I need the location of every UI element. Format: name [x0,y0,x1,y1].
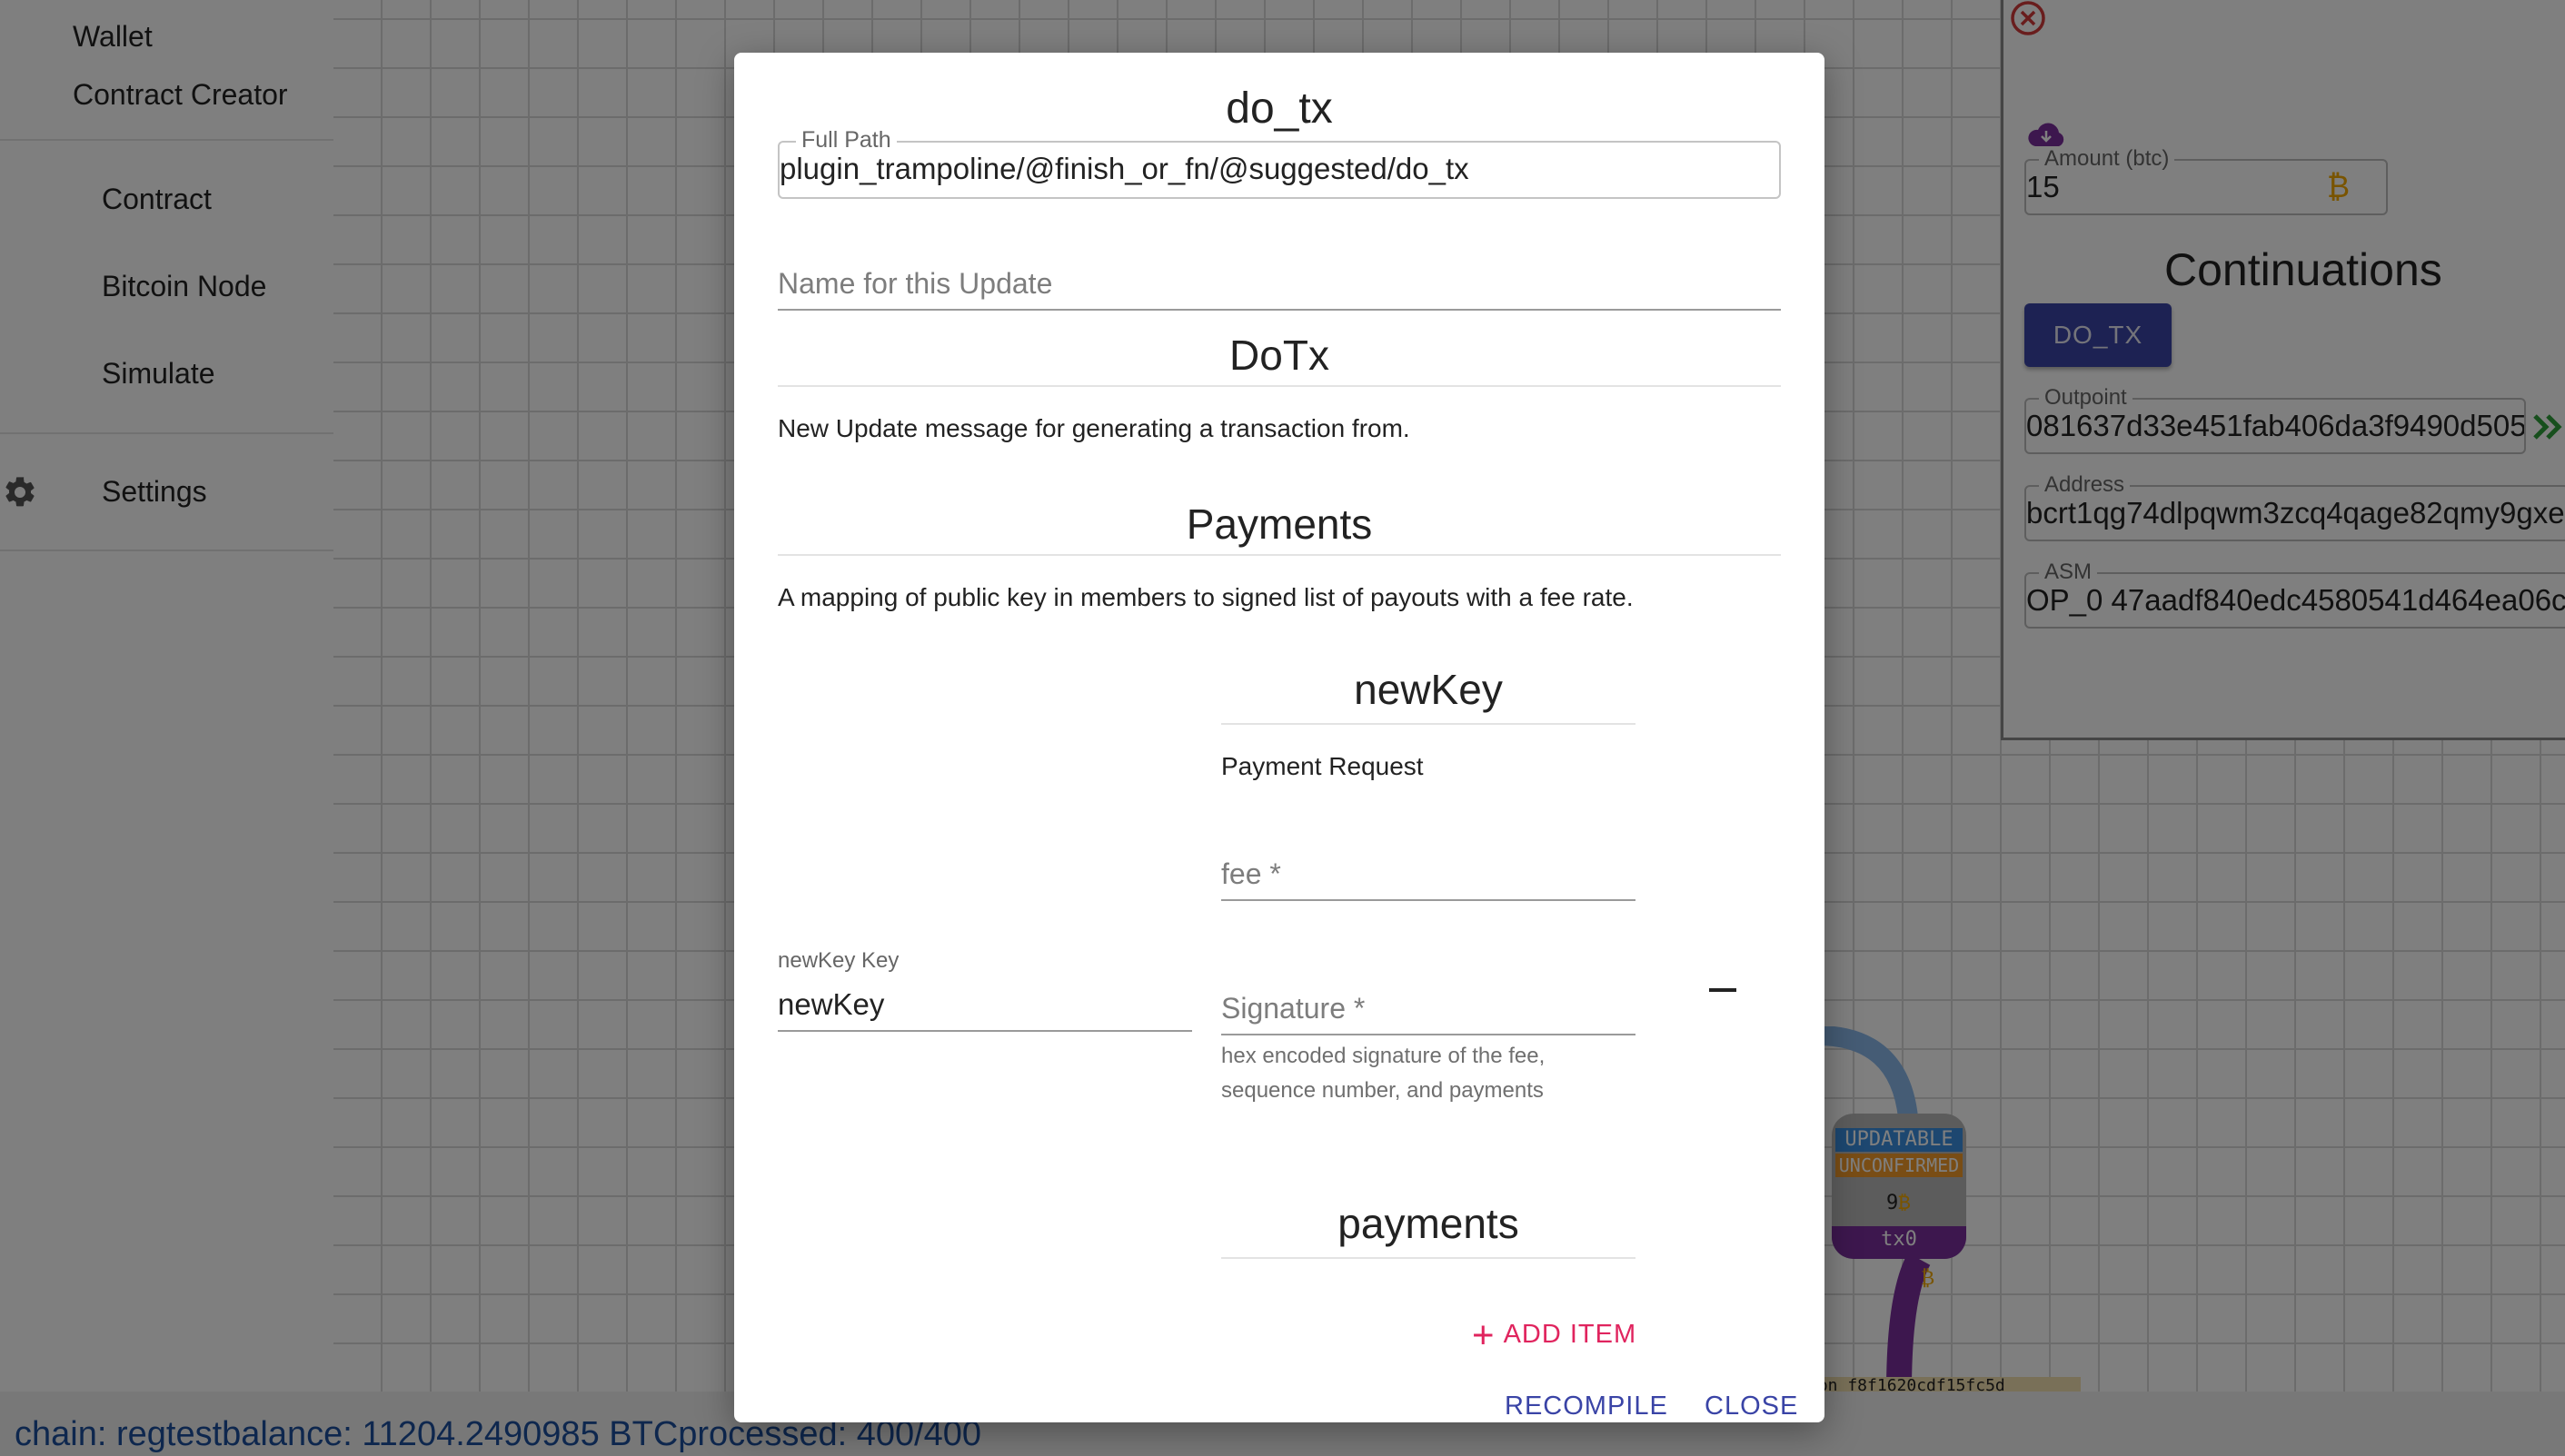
update-name-input[interactable] [778,258,1781,311]
payment-request-label: Payment Request [1221,752,1424,780]
full-path-label: Full Path [796,127,897,154]
remove-key-minus-icon[interactable] [1709,988,1736,992]
update-dialog: do_tx Full Path plugin_trampoline/@finis… [734,53,1824,1422]
new-key-title: newKey [1221,665,1635,725]
payments-section-description: A mapping of public key in members to si… [778,583,1634,611]
close-button[interactable]: CLOSE [1705,1392,1798,1421]
fee-input[interactable] [1221,848,1635,901]
payments-section-title: Payments [778,500,1781,556]
full-path-value: plugin_trampoline/@finish_or_fn/@suggest… [780,152,1469,185]
new-key-key-input[interactable] [778,979,1192,1032]
dotx-section-title: DoTx [778,331,1781,387]
dialog-title: do_tx [1226,84,1333,133]
signature-helper-text: hex encoded signature of the fee, sequen… [1221,1044,1546,1103]
new-key-key-label: newKey Key [778,948,900,973]
recompile-button[interactable]: RECOMPILE [1505,1392,1668,1421]
dotx-section-description: New Update message for generating a tran… [778,414,1410,442]
payments-subtitle: payments [1221,1199,1635,1259]
plus-icon: + [1472,1312,1496,1356]
signature-input[interactable] [1221,983,1635,1035]
add-item-button[interactable]: + ADD ITEM [1472,1312,1636,1357]
full-path-field[interactable]: Full Path plugin_trampoline/@finish_or_f… [778,127,1781,199]
add-item-label: ADD ITEM [1503,1319,1637,1349]
